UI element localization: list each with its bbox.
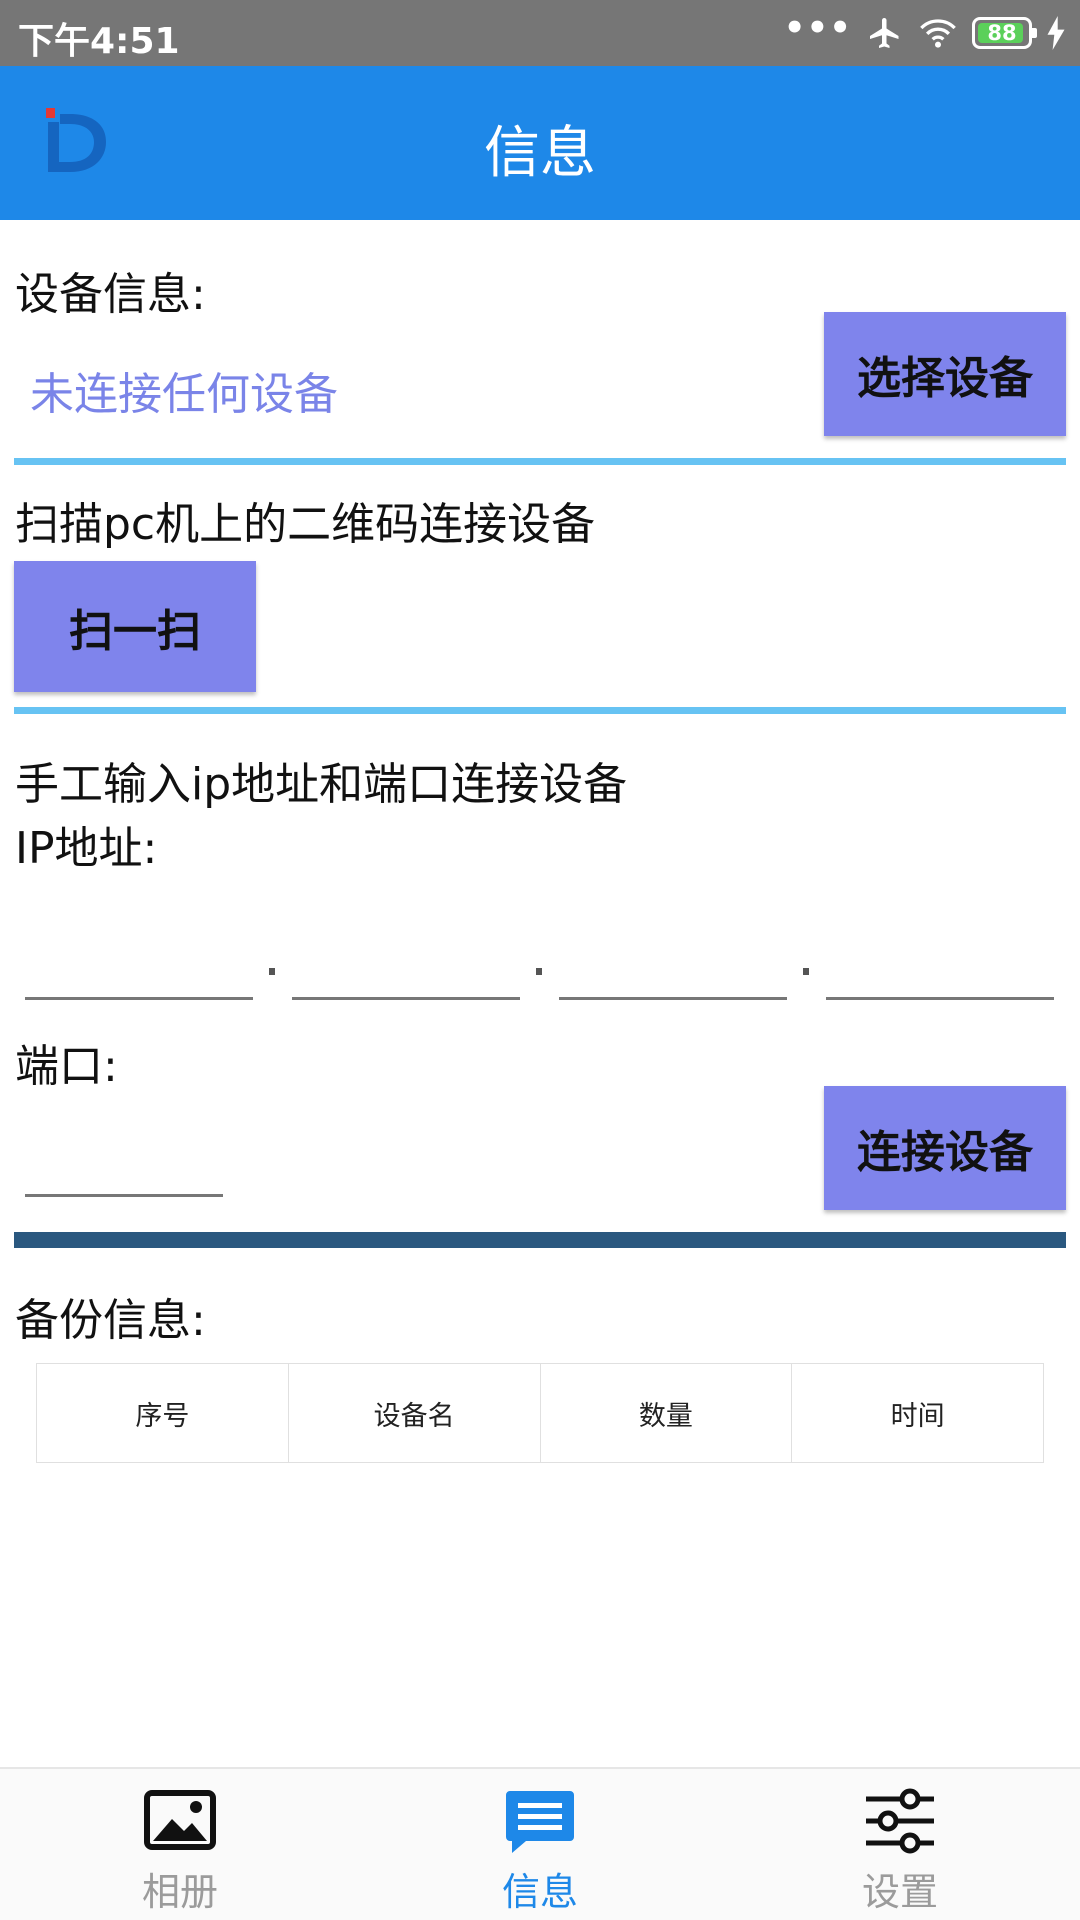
- nav-item-info[interactable]: 信息: [360, 1769, 720, 1920]
- ip-octet-3-input[interactable]: [559, 996, 787, 1000]
- image-icon: [144, 1790, 216, 1850]
- more-dots-icon: •••: [783, 8, 852, 48]
- column-header-index: 序号: [37, 1364, 289, 1462]
- scan-label: 扫描pc机上的二维码连接设备: [15, 499, 596, 550]
- nav-label-album: 相册: [141, 1870, 218, 1914]
- port-label: 端口:: [15, 1041, 118, 1092]
- ip-octet-1-input[interactable]: [25, 996, 253, 1000]
- nav-label-info: 信息: [501, 1870, 578, 1914]
- device-info-label: 设备信息:: [15, 269, 206, 320]
- page-title: 信息: [484, 121, 596, 186]
- message-icon: [506, 1791, 574, 1853]
- connect-device-button[interactable]: 连接设备: [824, 1086, 1066, 1210]
- app-bar: 信息: [0, 66, 1080, 220]
- select-device-button[interactable]: 选择设备: [824, 312, 1066, 436]
- divider: [14, 707, 1066, 714]
- nav-item-album[interactable]: 相册: [0, 1769, 360, 1920]
- status-bar: 下午4:51 ••• 88: [0, 0, 1080, 66]
- column-header-device-name: 设备名: [289, 1364, 541, 1462]
- column-header-count: 数量: [541, 1364, 793, 1462]
- column-header-time: 时间: [890, 1400, 945, 1432]
- scan-button[interactable]: 扫一扫: [14, 561, 256, 692]
- nav-item-settings[interactable]: 设置: [720, 1769, 1080, 1920]
- battery-level: 88: [987, 21, 1017, 45]
- ip-octet-4-input[interactable]: [826, 996, 1054, 1000]
- bottom-nav: 相册 信息 设置: [0, 1767, 1080, 1920]
- charging-icon: [1047, 16, 1065, 50]
- nav-label-settings: 设置: [861, 1870, 938, 1914]
- airplane-icon: [870, 18, 899, 48]
- status-time: 下午4:51: [18, 21, 180, 62]
- divider: [14, 458, 1066, 465]
- status-icons: ••• 88: [783, 8, 1066, 54]
- connection-status: 未连接任何设备: [30, 369, 338, 420]
- ip-address-label: IP地址:: [15, 823, 158, 874]
- sliders-icon: [866, 1788, 934, 1854]
- manual-input-label: 手工输入ip地址和端口连接设备: [15, 759, 628, 810]
- section-divider: [14, 1232, 1066, 1248]
- ip-dot: [803, 968, 809, 975]
- backup-info-label: 备份信息:: [15, 1295, 206, 1346]
- ip-dot: [536, 968, 542, 975]
- battery-indicator: 88: [972, 17, 1037, 49]
- ip-dot: [269, 968, 275, 975]
- backup-table-header: 序号 设备名 数量 时间: [36, 1363, 1044, 1463]
- ip-octet-2-input[interactable]: [292, 996, 520, 1000]
- port-input[interactable]: [25, 1194, 223, 1197]
- wifi-icon: [920, 19, 956, 48]
